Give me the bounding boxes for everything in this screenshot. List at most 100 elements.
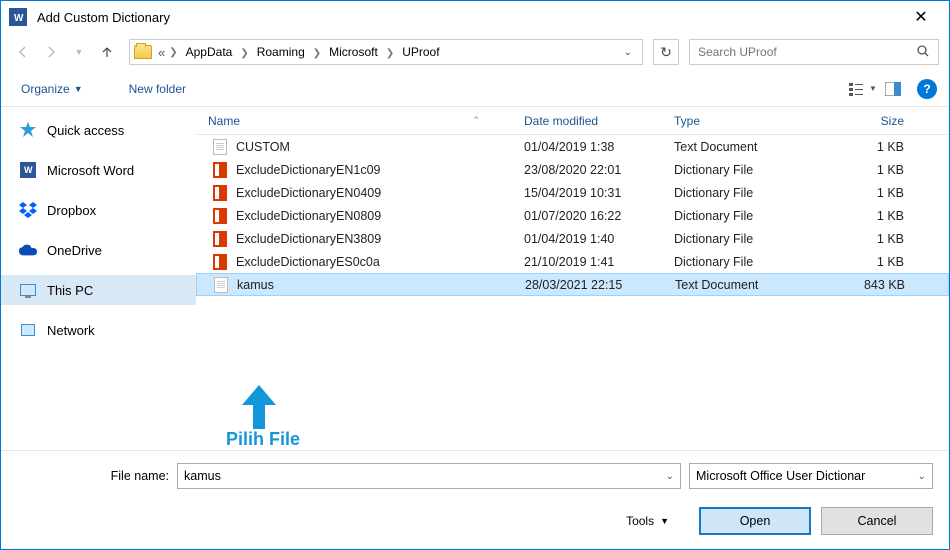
filename-input[interactable] (184, 469, 666, 483)
main-area: Quick access W Microsoft Word Dropbox OneDri… (1, 107, 949, 450)
sort-ascending-icon: ⌃ (472, 115, 480, 126)
chevron-down-icon: ▼ (660, 516, 669, 526)
search-icon (916, 44, 930, 61)
file-type: Text Document (662, 140, 832, 154)
onedrive-icon (19, 241, 37, 259)
file-size: 1 KB (832, 232, 922, 246)
file-type: Dictionary File (662, 255, 832, 269)
file-date: 15/04/2019 10:31 (512, 186, 662, 200)
chevron-right-icon: ❯ (167, 47, 179, 58)
file-date: 01/04/2019 1:38 (512, 140, 662, 154)
open-button[interactable]: Open (699, 507, 811, 535)
column-header-type[interactable]: Type (662, 114, 832, 128)
file-row[interactable]: ExcludeDictionaryEN1c0923/08/2020 22:01D… (196, 158, 949, 181)
tools-label: Tools (626, 514, 654, 528)
annotation-text: Pilih File (226, 429, 949, 450)
file-row[interactable]: ExcludeDictionaryEN040915/04/2019 10:31D… (196, 181, 949, 204)
nav-back-button[interactable] (11, 40, 35, 64)
file-type: Dictionary File (662, 186, 832, 200)
new-folder-label: New folder (129, 82, 186, 96)
file-icon (212, 208, 228, 224)
file-size: 843 KB (833, 278, 923, 292)
preview-pane-button[interactable] (879, 77, 907, 101)
chevron-right-icon: ❯ (238, 48, 250, 59)
chevron-down-icon[interactable]: ⌄ (666, 471, 674, 482)
sidebar-item[interactable]: Network (1, 315, 196, 345)
new-folder-button[interactable]: New folder (121, 78, 194, 100)
address-dropdown[interactable]: ⌄ (618, 47, 638, 58)
navigation-bar: ▼ « ❯ AppData❯Roaming❯Microsoft❯UProof ⌄… (1, 33, 949, 71)
file-type: Text Document (663, 278, 833, 292)
file-date: 01/07/2020 16:22 (512, 209, 662, 223)
file-pane: Name⌃ Date modified Type Size CUSTOM01/0… (196, 107, 949, 450)
sidebar-item-label: Quick access (47, 123, 124, 138)
dialog-window: W Add Custom Dictionary ✕ ▼ « ❯ AppData❯… (0, 0, 950, 550)
file-name: kamus (237, 278, 274, 292)
breadcrumb-segment[interactable]: AppData (180, 43, 239, 61)
organize-label: Organize (21, 82, 70, 96)
view-options-button[interactable]: ▼ (849, 77, 877, 101)
sidebar-item-label: This PC (47, 283, 93, 298)
sidebar: Quick access W Microsoft Word Dropbox OneDri… (1, 107, 196, 450)
file-row[interactable]: ExcludeDictionaryEN380901/04/2019 1:40Di… (196, 227, 949, 250)
breadcrumb-segment[interactable]: Roaming (251, 43, 311, 61)
file-name: ExcludeDictionaryES0c0a (236, 255, 380, 269)
sidebar-item[interactable]: W Microsoft Word (1, 155, 196, 185)
file-type: Dictionary File (662, 209, 832, 223)
sidebar-item[interactable]: Quick access (1, 115, 196, 145)
nav-forward-button[interactable] (39, 40, 63, 64)
filename-label: File name: (17, 469, 169, 483)
word-icon: W (19, 161, 37, 179)
address-bar[interactable]: « ❯ AppData❯Roaming❯Microsoft❯UProof ⌄ (129, 39, 643, 65)
column-header-name[interactable]: Name⌃ (196, 114, 512, 128)
filename-combobox[interactable]: ⌄ (177, 463, 681, 489)
file-name: ExcludeDictionaryEN1c09 (236, 163, 381, 177)
column-headers: Name⌃ Date modified Type Size (196, 107, 949, 135)
organize-button[interactable]: Organize ▼ (13, 78, 91, 100)
annotation: Pilih File (226, 385, 949, 450)
file-type: Dictionary File (662, 163, 832, 177)
file-size: 1 KB (832, 209, 922, 223)
sidebar-item-label: Dropbox (47, 203, 96, 218)
breadcrumb-segment[interactable]: Microsoft (323, 43, 384, 61)
sidebar-item-label: Network (47, 323, 95, 338)
column-header-size[interactable]: Size (832, 114, 922, 128)
chevron-right-icon: ❯ (384, 48, 396, 59)
file-date: 21/10/2019 1:41 (512, 255, 662, 269)
file-date: 01/04/2019 1:40 (512, 232, 662, 246)
file-row[interactable]: kamus28/03/2021 22:15Text Document843 KB (196, 273, 949, 296)
titlebar: W Add Custom Dictionary ✕ (1, 1, 949, 33)
window-title: Add Custom Dictionary (37, 10, 901, 25)
file-row[interactable]: CUSTOM01/04/2019 1:38Text Document1 KB (196, 135, 949, 158)
file-icon (212, 231, 228, 247)
file-name: ExcludeDictionaryEN3809 (236, 232, 381, 246)
help-button[interactable]: ? (917, 79, 937, 99)
close-button[interactable]: ✕ (901, 2, 941, 32)
file-type-filter[interactable]: Microsoft Office User Dictionar ⌄ (689, 463, 933, 489)
dropbox-icon (19, 201, 37, 219)
file-icon (213, 277, 229, 293)
breadcrumb-segment[interactable]: UProof (396, 43, 445, 61)
column-header-date[interactable]: Date modified (512, 114, 662, 128)
chevron-down-icon: ▼ (74, 84, 83, 94)
sidebar-item[interactable]: This PC (1, 275, 196, 305)
folder-icon (134, 45, 152, 59)
file-size: 1 KB (832, 186, 922, 200)
nav-up-button[interactable] (95, 40, 119, 64)
sidebar-item-label: Microsoft Word (47, 163, 134, 178)
sidebar-item[interactable]: Dropbox (1, 195, 196, 225)
svg-text:W: W (24, 165, 33, 175)
sidebar-item[interactable]: OneDrive (1, 235, 196, 265)
refresh-button[interactable]: ↻ (653, 39, 679, 65)
chevron-down-icon: ⌄ (918, 471, 926, 482)
cancel-button[interactable]: Cancel (821, 507, 933, 535)
chevron-right-icon: ❯ (311, 48, 323, 59)
tools-dropdown[interactable]: Tools ▼ (626, 514, 669, 528)
search-input[interactable] (698, 45, 916, 59)
file-row[interactable]: ExcludeDictionaryES0c0a 21/10/2019 1:41Di… (196, 250, 949, 273)
search-box[interactable] (689, 39, 939, 65)
file-row[interactable]: ExcludeDictionaryEN080901/07/2020 16:22D… (196, 204, 949, 227)
recent-locations-dropdown[interactable]: ▼ (67, 40, 91, 64)
file-list: CUSTOM01/04/2019 1:38Text Document1 KBEx… (196, 135, 949, 379)
breadcrumb-overflow[interactable]: « (156, 45, 167, 60)
